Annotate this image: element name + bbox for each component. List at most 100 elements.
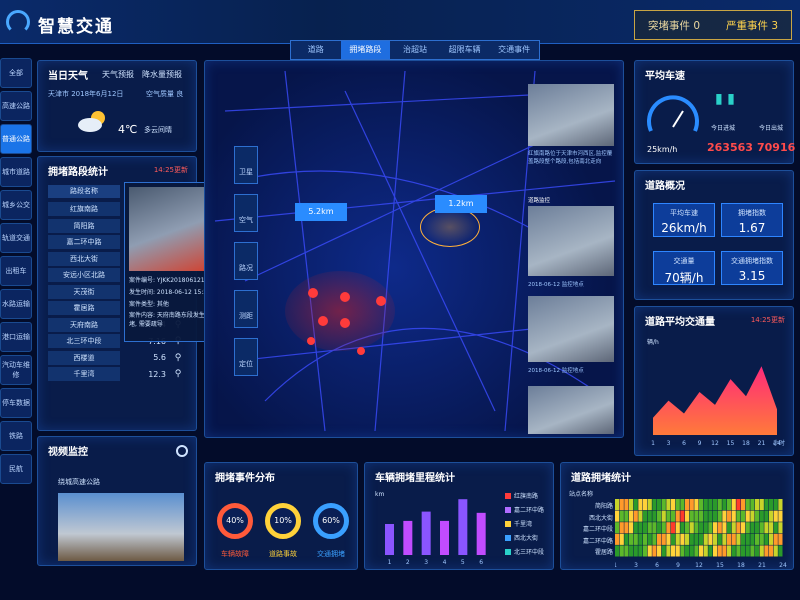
heatmap-cell — [769, 499, 774, 511]
bar-chart: 1 2 3 4 5 6 — [385, 499, 486, 566]
severe-event-count: 严重事件 3 — [725, 19, 779, 32]
event-counter[interactable]: 突堵事件 0 严重事件 3 — [634, 10, 792, 40]
tab-forecast[interactable]: 天气预报 — [102, 69, 134, 80]
in-count: 263563 — [707, 141, 753, 154]
location-icon[interactable]: ⚲ — [166, 353, 190, 363]
heatmap-cell — [694, 522, 699, 534]
heatmap-cell — [694, 499, 699, 511]
heatmap-cell — [773, 522, 778, 534]
temperature: 4℃ — [118, 123, 138, 136]
map-tool-2[interactable]: 路况 — [234, 242, 258, 280]
sidebar-item-8[interactable]: 港口运输 — [0, 322, 32, 352]
sidebar-item-5[interactable]: 轨道交通 — [0, 223, 32, 253]
heatmap-cell — [778, 533, 783, 545]
x-tick: 12 — [695, 562, 703, 569]
mileage-panel: 车辆拥堵里程统计 km 123456 红旗南路 嘉二环中路 千里湾 西北大街 北三环中段 — [364, 462, 554, 570]
heatmap-cell — [699, 522, 704, 534]
row-name: 简阳路 — [48, 218, 120, 233]
speed-panel: 平均车速 25km/h ▮ ▮ 今日进城 今日出城 263563 70916 — [634, 60, 796, 164]
sidebar-item-0[interactable]: 全部 — [0, 58, 32, 88]
heatmap-cell — [773, 510, 778, 522]
heatmap-cell — [615, 545, 620, 557]
heatmap-cell — [624, 499, 629, 511]
kpi-congestion-index[interactable]: 拥堵指数 1.67 — [721, 203, 783, 237]
area-chart: 1 3 6 9 12 15 18 21 24小时 — [651, 366, 785, 447]
sidebar-item-6[interactable]: 出租车 — [0, 256, 32, 286]
sidebar-item-11[interactable]: 铁路 — [0, 421, 32, 451]
tab-roads[interactable]: 道路 — [291, 41, 341, 59]
heatmap-cell — [619, 499, 624, 511]
logo-icon — [6, 10, 30, 34]
camera-caption-1: 红旗南路位于天津市河西区,监控覆盖路段整个路段,包括南北走向 — [528, 151, 613, 165]
camera-feed-2[interactable] — [528, 206, 614, 276]
heatmap-cell — [759, 499, 764, 511]
heatmap-cell — [647, 499, 652, 511]
heatmap-cell — [769, 533, 774, 545]
table-row[interactable]: 千里湾 12.3 ⚲ — [48, 366, 196, 383]
x-tick: 1 — [388, 559, 392, 566]
heatmap-cell — [755, 545, 760, 557]
tab-overload-vehicle[interactable]: 超限车辆 — [440, 41, 490, 59]
heatmap-cell — [671, 510, 676, 522]
x-tick: 3 — [424, 559, 428, 566]
sidebar-item-9[interactable]: 汽动车维修 — [0, 355, 32, 385]
camera-icon[interactable] — [176, 445, 188, 457]
x-tick: 2 — [406, 559, 410, 566]
label-road-accident: 道路事故 — [269, 550, 297, 558]
heatmap-cell — [633, 522, 638, 534]
camera-feed-3[interactable] — [528, 296, 614, 362]
tab-traffic-event[interactable]: 交通事件 — [489, 41, 539, 59]
heatmap-cell — [727, 510, 732, 522]
sidebar-item-10[interactable]: 停车数据 — [0, 388, 32, 418]
x-tick: 9 — [676, 562, 680, 569]
map-tool-4[interactable]: 定位 — [234, 338, 258, 376]
heatmap-cell — [624, 522, 629, 534]
map-tool-3[interactable]: 测距 — [234, 290, 258, 328]
heatmap-cell — [773, 533, 778, 545]
sidebar-item-12[interactable]: 民航 — [0, 454, 32, 484]
heatmap-cell — [689, 499, 694, 511]
sidebar-item-3[interactable]: 城市道路 — [0, 157, 32, 187]
heatmap-cell — [685, 499, 690, 511]
heatmap-cell — [652, 499, 657, 511]
table-row[interactable]: 西楼道 5.6 ⚲ — [48, 350, 196, 367]
out-label: 今日出城 — [759, 125, 784, 132]
heatmap-cell — [680, 522, 685, 534]
heatmap-cell — [680, 545, 685, 557]
tab-congested-sections[interactable]: 拥堵路段 — [340, 41, 391, 59]
heatmap-cell — [652, 533, 657, 545]
heatmap-cell — [708, 533, 713, 545]
heatmap-cell — [773, 545, 778, 557]
heatmap-cell — [619, 533, 624, 545]
video-feed[interactable] — [58, 493, 184, 561]
map-tool-1[interactable]: 空气 — [234, 194, 258, 232]
x-tick: 6 — [479, 559, 483, 566]
map-tool-0[interactable]: 卫星 — [234, 146, 258, 184]
heatmap-cell — [708, 499, 713, 511]
heatmap-cell — [741, 533, 746, 545]
sidebar-item-2[interactable]: 普通公路 — [0, 124, 32, 154]
tab-precipitation[interactable]: 降水量预报 — [142, 69, 182, 80]
heatmap-cell — [713, 510, 718, 522]
sidebar-item-4[interactable]: 城乡公交 — [0, 190, 32, 220]
heatmap-cell — [619, 510, 624, 522]
heatmap-cell — [657, 499, 662, 511]
out-count: 70916 — [757, 141, 796, 154]
heatmap-cell — [633, 499, 638, 511]
sidebar-item-1[interactable]: 高速公路 — [0, 91, 32, 121]
weather-location-date: 天津市 2018年6月12日 — [48, 90, 124, 98]
camera-caption-2: 2018-06-12 监控地点 — [528, 282, 584, 288]
heatmap-cell — [713, 499, 718, 511]
heatmap-cell — [615, 510, 620, 522]
kpi-traffic-volume[interactable]: 交通量 70辆/h — [653, 251, 715, 285]
camera-feed-1[interactable] — [528, 84, 614, 146]
camera-feed-4[interactable] — [528, 386, 614, 434]
location-icon[interactable]: ⚲ — [166, 369, 190, 379]
heatmap-cell — [703, 510, 708, 522]
speed-title: 平均车速 — [645, 71, 685, 82]
sidebar-item-7[interactable]: 水路运输 — [0, 289, 32, 319]
heatmap-cell — [727, 499, 732, 511]
kpi-traffic-congestion-index[interactable]: 交通拥堵指数 3.15 — [721, 251, 783, 285]
tab-overload-station[interactable]: 治超站 — [390, 41, 440, 59]
kpi-avg-speed[interactable]: 平均车速 26km/h — [653, 203, 715, 237]
